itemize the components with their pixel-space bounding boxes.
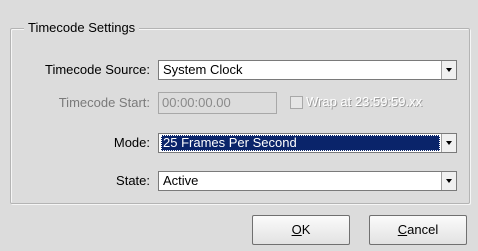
state-combo[interactable]: Active <box>158 171 457 191</box>
cancel-button-label: ancel <box>407 222 439 237</box>
timecode-settings-dialog: Timecode Settings Timecode Source: Syste… <box>0 0 478 251</box>
state-label: State: <box>116 173 150 188</box>
wrap-checkbox <box>290 96 303 109</box>
timecode-source-value: System Clock <box>163 62 243 77</box>
mode-value: 25 Frames Per Second <box>161 135 440 151</box>
cancel-button-accel: C <box>397 222 408 237</box>
ok-button[interactable]: OK <box>252 215 350 245</box>
ok-button-accel: O <box>291 222 302 237</box>
mode-combo[interactable]: 25 Frames Per Second <box>158 133 457 153</box>
chevron-down-icon[interactable] <box>441 134 456 152</box>
timecode-source-combo[interactable]: System Clock <box>158 60 457 80</box>
wrap-checkbox-label: Wrap at 23:59:59.xx <box>306 94 423 109</box>
timecode-start-label: Timecode Start: <box>58 95 150 110</box>
group-title: Timecode Settings <box>24 20 140 36</box>
mode-label: Mode: <box>113 135 150 150</box>
timecode-start-value: 00:00:00.00 <box>162 95 231 110</box>
cancel-button[interactable]: Cancel <box>369 215 467 245</box>
state-value: Active <box>163 173 199 188</box>
timecode-start-field: 00:00:00.00 <box>158 92 277 114</box>
chevron-down-icon[interactable] <box>441 61 456 79</box>
ok-button-label: K <box>301 222 311 237</box>
chevron-down-icon[interactable] <box>441 172 456 190</box>
timecode-source-label: Timecode Source: <box>44 62 150 77</box>
